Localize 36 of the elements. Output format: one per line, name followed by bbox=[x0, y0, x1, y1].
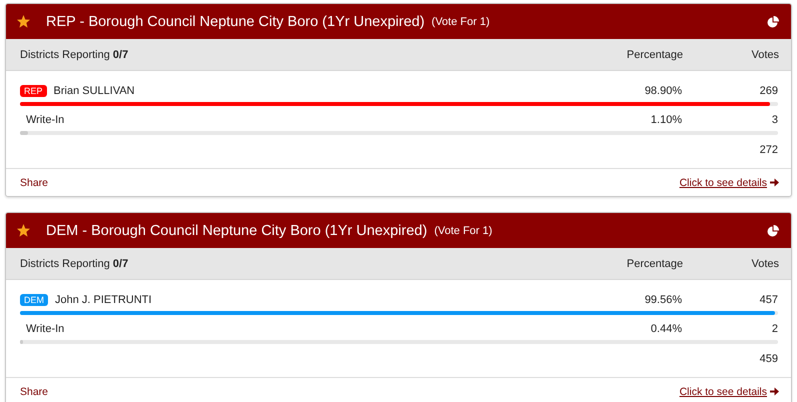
race-title: DEM - Borough Council Neptune City Boro (1Yr Unexpired) bbox=[46, 222, 428, 238]
percentage-value: 1.10% bbox=[650, 114, 682, 126]
column-header: Percentage bbox=[626, 258, 683, 270]
candidate-name: Brian SULLIVAN bbox=[54, 85, 136, 97]
details-link[interactable]: Click to see details bbox=[679, 176, 767, 188]
vote-count: 269 bbox=[758, 85, 778, 97]
party-badge: DEM bbox=[20, 294, 48, 306]
vote-count: 3 bbox=[770, 114, 778, 126]
total-votes: 459 bbox=[760, 353, 778, 365]
details-link[interactable]: Click to see details bbox=[679, 386, 767, 398]
column-header: Votes bbox=[750, 48, 779, 60]
star-icon[interactable] bbox=[17, 15, 30, 28]
total-votes: 272 bbox=[760, 144, 778, 156]
race-title: REP - Borough Council Neptune City Boro (1Yr Unexpired) bbox=[46, 14, 425, 30]
percentage-value: 98.90% bbox=[644, 85, 682, 97]
candidate-name: John J. PIETRUNTI bbox=[55, 294, 153, 306]
share-link[interactable]: Share bbox=[20, 386, 680, 398]
share-link[interactable]: Share bbox=[20, 176, 680, 188]
column-header: Percentage bbox=[626, 48, 683, 60]
star-icon[interactable] bbox=[17, 224, 30, 237]
candidate-name: Write-In bbox=[26, 323, 66, 335]
pie-chart-icon[interactable] bbox=[767, 224, 779, 236]
pie-chart-icon[interactable] bbox=[767, 16, 779, 28]
percentage-value: 0.44% bbox=[650, 323, 682, 335]
party-badge: REP bbox=[20, 85, 47, 97]
vote-for-label: (Vote For 1) bbox=[434, 224, 492, 236]
candidate-name: Write-In bbox=[26, 114, 66, 126]
percentage-value: 99.56% bbox=[644, 294, 682, 306]
vote-count: 457 bbox=[758, 294, 778, 306]
districts-reporting: Districts Reporting 0/7 bbox=[20, 48, 130, 60]
arrow-right-icon[interactable] bbox=[770, 387, 779, 396]
districts-reporting: Districts Reporting 0/7 bbox=[20, 258, 130, 270]
vote-for-label: (Vote For 1) bbox=[432, 16, 490, 28]
vote-count: 2 bbox=[770, 323, 778, 335]
arrow-right-icon[interactable] bbox=[770, 178, 779, 187]
column-header: Votes bbox=[750, 258, 779, 270]
